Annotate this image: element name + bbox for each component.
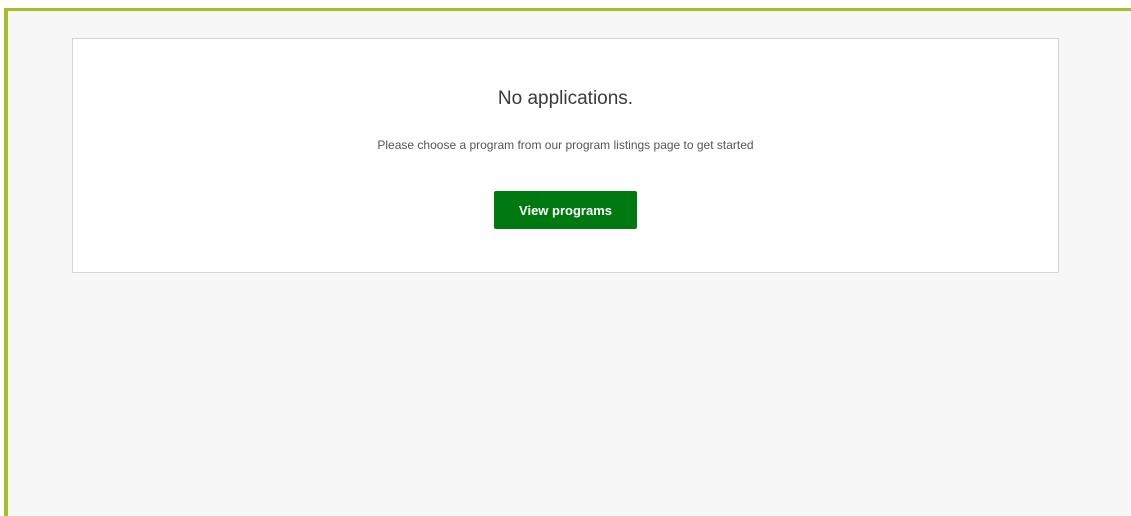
view-programs-button[interactable]: View programs xyxy=(494,191,637,229)
empty-state-message: Please choose a program from our program… xyxy=(377,138,754,152)
page-frame: No applications. Please choose a program… xyxy=(4,8,1131,516)
empty-state-card: No applications. Please choose a program… xyxy=(72,38,1059,273)
empty-state-title: No applications. xyxy=(497,88,634,109)
